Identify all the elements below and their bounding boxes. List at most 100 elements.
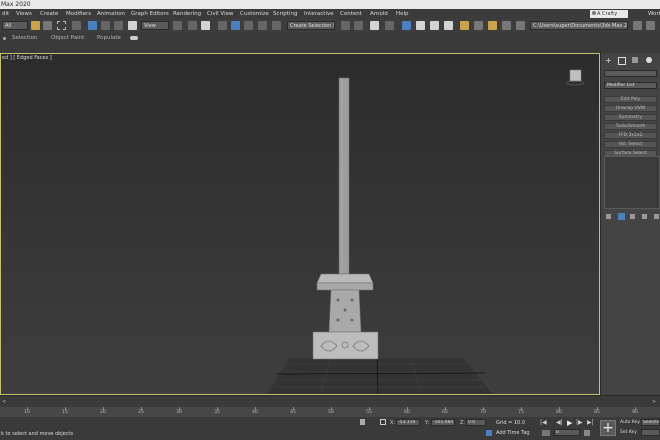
schematic-view-icon[interactable]: [430, 21, 439, 30]
set-project-icon[interactable]: [646, 21, 655, 30]
curve-editor-icon[interactable]: [416, 21, 425, 30]
show-end-result-icon[interactable]: [618, 213, 625, 220]
perspective-viewport[interactable]: ed ] [ Edged Faces ]: [0, 53, 600, 395]
move-icon[interactable]: [88, 21, 97, 30]
viewcube-icon[interactable]: [565, 69, 585, 86]
ribbon-toggle-icon[interactable]: [130, 36, 138, 40]
select-by-name-icon[interactable]: [43, 21, 52, 30]
align-icon[interactable]: [354, 21, 363, 30]
select-manipulate-icon[interactable]: [188, 21, 197, 30]
modifier-list-dropdown[interactable]: Modifier List: [604, 82, 657, 89]
select-object-icon[interactable]: [31, 21, 40, 30]
keyboard-shortcut-icon[interactable]: [201, 21, 210, 30]
object-name-field[interactable]: [604, 70, 657, 77]
hierarchy-tab-icon[interactable]: [632, 57, 638, 63]
menu-interactive[interactable]: Interactive: [304, 9, 334, 19]
render-production-icon[interactable]: [488, 21, 497, 30]
a360-gallery-icon[interactable]: [516, 21, 525, 30]
project-folder-path[interactable]: C:\Users\super\Documents\3ds Max 2020: [530, 21, 628, 30]
menu-scripting[interactable]: Scripting: [273, 9, 297, 19]
scene-explorer-icon[interactable]: [370, 21, 379, 30]
lock-selection-icon[interactable]: [360, 419, 365, 425]
placement-icon[interactable]: [128, 21, 137, 30]
snaps-toggle-icon[interactable]: [218, 21, 227, 30]
prev-key-icon[interactable]: ◀|: [556, 419, 563, 426]
edit-named-selection-icon[interactable]: [272, 21, 281, 30]
make-unique-icon[interactable]: [630, 214, 635, 219]
modifier-button-edit-poly[interactable]: Edit Poly: [604, 96, 657, 103]
menu-rendering[interactable]: Rendering: [173, 9, 201, 19]
set-key-icon[interactable]: +: [600, 420, 616, 436]
tick-label: 10: [24, 410, 30, 415]
key-mode-icon[interactable]: [542, 430, 550, 436]
track-bar[interactable]: 10 15 20 25 30 35 40 45 50 55 60 65 70 7…: [0, 407, 660, 417]
rectangular-selection-icon[interactable]: [57, 21, 66, 30]
window-crossing-icon[interactable]: [72, 21, 81, 30]
render-setup-icon[interactable]: [460, 21, 469, 30]
material-editor-icon[interactable]: [444, 21, 453, 30]
pin-stack-icon[interactable]: [606, 214, 611, 219]
reference-coordinate-dropdown[interactable]: View: [141, 21, 169, 30]
modifier-button-unwrap-uvw[interactable]: Unwrap UVW: [604, 105, 657, 112]
remove-modifier-icon[interactable]: [642, 214, 647, 219]
modifier-button-symmetry[interactable]: Symmetry: [604, 114, 657, 121]
motion-tab-icon[interactable]: [646, 57, 652, 63]
menu-customize[interactable]: Customize: [240, 9, 269, 19]
spinner-snap-icon[interactable]: [258, 21, 267, 30]
ribbon-tab-selection[interactable]: Selection: [12, 33, 37, 44]
scale-icon[interactable]: [114, 21, 123, 30]
z-coordinate-field[interactable]: 0.0: [466, 419, 486, 426]
menu-create[interactable]: Create: [40, 9, 58, 19]
toggle-ribbon-icon[interactable]: [402, 21, 411, 30]
ribbon-tab-populate[interactable]: Populate: [97, 33, 121, 44]
status-bar: k to select and move objects X: -53.116 …: [0, 417, 660, 440]
set-key-button[interactable]: Set Key: [620, 430, 637, 435]
layer-explorer-icon[interactable]: [385, 21, 394, 30]
menu-animation[interactable]: Animation: [97, 9, 125, 19]
selection-filter-dropdown[interactable]: All: [2, 21, 28, 30]
menu-help[interactable]: Help: [396, 9, 409, 19]
rendered-frame-window-icon[interactable]: [474, 21, 483, 30]
current-frame-field[interactable]: 0: [554, 429, 580, 436]
x-coordinate-field[interactable]: -53.116: [396, 419, 420, 426]
menu-views[interactable]: Views: [16, 9, 32, 19]
y-coordinate-field[interactable]: -105.484: [431, 419, 455, 426]
user-account[interactable]: A Crafty: [590, 10, 628, 18]
auto-key-button[interactable]: Auto Key: [620, 420, 640, 425]
modify-tab-icon[interactable]: [618, 57, 626, 65]
modifier-button-turbosmooth[interactable]: TurboSmooth: [604, 123, 657, 130]
percent-snap-icon[interactable]: [244, 21, 253, 30]
create-tab-icon[interactable]: +: [605, 56, 612, 65]
time-config-icon[interactable]: [584, 430, 590, 436]
prev-frame-icon[interactable]: <: [2, 399, 6, 405]
modifier-stack-list[interactable]: [604, 156, 660, 209]
angle-snap-icon[interactable]: [231, 21, 240, 30]
menu-civil-view[interactable]: Civil View: [207, 9, 233, 19]
rotate-icon[interactable]: [101, 21, 110, 30]
key-filters-button[interactable]: [641, 429, 660, 436]
project-folder-icon[interactable]: [633, 21, 642, 30]
play-icon[interactable]: ▶: [567, 419, 572, 427]
ribbon-tab-object-paint[interactable]: Object Paint: [51, 33, 84, 44]
named-selection-set-dropdown[interactable]: Create Selection Se: [287, 21, 335, 30]
menu-edit[interactable]: dit: [2, 9, 9, 19]
time-tag-icon: [486, 430, 492, 436]
next-frame-icon[interactable]: >: [652, 399, 656, 405]
pivot-center-icon[interactable]: [173, 21, 182, 30]
mirror-icon[interactable]: [341, 21, 350, 30]
menu-graph-editors[interactable]: Graph Editors: [131, 9, 169, 19]
add-time-tag-button[interactable]: Add Time Tag: [496, 430, 530, 436]
menu-modifiers[interactable]: Modifiers: [66, 9, 91, 19]
workspace-label[interactable]: Work: [648, 9, 660, 19]
render-in-cloud-icon[interactable]: [502, 21, 511, 30]
absolute-mode-icon[interactable]: [380, 419, 386, 425]
menu-arnold[interactable]: Arnold: [370, 9, 388, 19]
menu-content[interactable]: Content: [340, 9, 362, 19]
go-to-end-icon[interactable]: ▶|: [587, 419, 594, 426]
configure-sets-icon[interactable]: [654, 214, 659, 219]
modifier-button-ffd[interactable]: FFD 2x2x2: [604, 132, 657, 139]
next-key-icon[interactable]: |▶: [576, 419, 583, 426]
go-to-start-icon[interactable]: |◀: [540, 419, 547, 426]
modifier-button-vol-select[interactable]: Vol. Select: [604, 141, 657, 148]
key-filter-dropdown[interactable]: Selected: [641, 419, 660, 426]
